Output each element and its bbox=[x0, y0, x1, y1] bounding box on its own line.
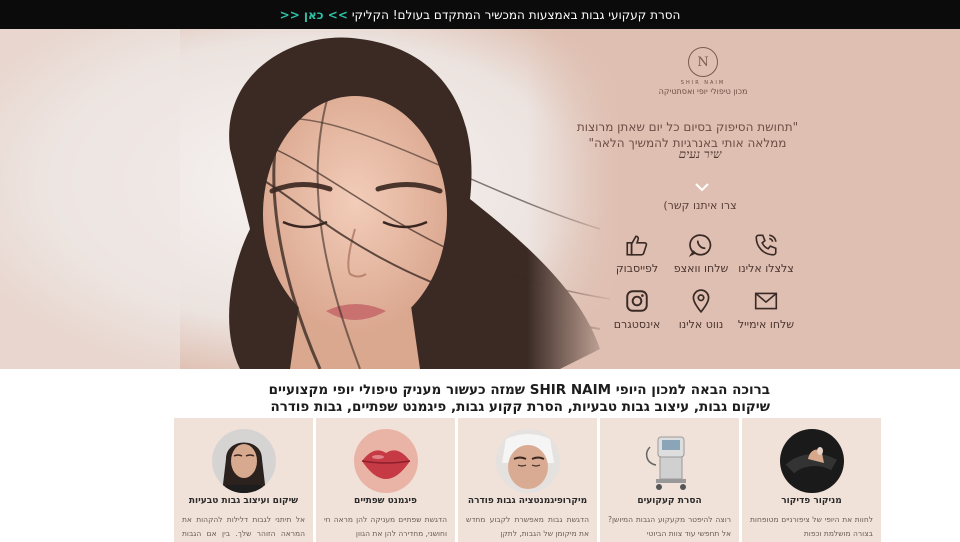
service-card-lip-pigment[interactable]: פיגמנט שפתיים הדגשת שפתיים מעניקה להן מר… bbox=[316, 418, 455, 542]
email-icon bbox=[754, 292, 778, 310]
instagram-icon bbox=[626, 290, 648, 312]
hero-woman-photo bbox=[0, 29, 620, 369]
facebook-like-icon bbox=[626, 235, 648, 256]
phone-icon bbox=[755, 234, 777, 256]
service-title: מיקרופיגמנטציה גבות פודרה bbox=[467, 496, 588, 506]
chevron-down-icon[interactable] bbox=[694, 179, 710, 195]
announcement-text: הסרת קעקועי גבות באמצעות המכשיר המתקדם ב… bbox=[351, 7, 681, 22]
location-pin-icon bbox=[692, 289, 710, 314]
lip-pigment-photo bbox=[354, 429, 418, 493]
logo-name: SHIR NAIM bbox=[680, 80, 726, 86]
service-card-tattoo-removal[interactable]: הסרת קעקועים רוצה להיפטר מקעקוע הגבות המ… bbox=[600, 418, 739, 542]
headline-line-2: שיקום גבות, עיצוב גבות טבעיות, הסרת קקוע… bbox=[270, 399, 770, 415]
quote-line-1: "תחושת הסיפוק בסיום כל יום שאתן מרוצות bbox=[576, 120, 799, 134]
welcome-headline: ברוכה הבאה למכון היופי SHIR NAIM שמזה כע… bbox=[240, 382, 770, 416]
brand-logo[interactable]: N SHIR NAIM מכון טיפולי יופי ואסתטיקה bbox=[648, 47, 758, 96]
logo-monogram-icon: N bbox=[688, 47, 718, 77]
service-text: לחוות את היופי של ציפורניים מטופחות בצור… bbox=[750, 515, 873, 538]
service-text: אל תיתני לגבות דלילות להקהות את המראה הז… bbox=[182, 515, 305, 538]
service-text: הדגשת שפתיים מעניקה להן מראה חי וחושני, … bbox=[324, 515, 447, 538]
service-title: מניקור פדיקור bbox=[781, 496, 842, 506]
service-text: הדגשת גבות מאפשרת לקבוע מחדש את מיקומן ש… bbox=[466, 515, 589, 538]
service-card-brow-restoration[interactable]: שיקום ועיצוב גבות טבעיות אל תיתני לגבות … bbox=[174, 418, 313, 542]
contact-title: צרו איתנו קשר) bbox=[663, 199, 737, 212]
instagram-label: אינסטגרם bbox=[613, 318, 661, 331]
powder-brows-photo bbox=[496, 429, 560, 493]
whatsapp-icon bbox=[688, 234, 712, 257]
brow-restoration-photo bbox=[212, 429, 276, 493]
service-title: הסרת קעקועים bbox=[637, 496, 702, 506]
laser-machine-photo bbox=[638, 429, 702, 493]
instagram-button[interactable]: אינסטגרם bbox=[597, 288, 677, 331]
services-row: שיקום ועיצוב גבות טבעיות אל תיתני לגבות … bbox=[174, 418, 882, 542]
service-title: פיגמנט שפתיים bbox=[354, 496, 417, 506]
facebook-button[interactable]: לפייסבוק bbox=[597, 232, 677, 275]
logo-subtitle: מכון טיפולי יופי ואסתטיקה bbox=[658, 87, 748, 96]
headline-line-1: ברוכה הבאה למכון היופי SHIR NAIM שמזה כע… bbox=[268, 382, 770, 398]
facebook-label: לפייסבוק bbox=[615, 262, 659, 275]
service-card-powder-brows[interactable]: מיקרופיגמנטציה גבות פודרה הדגשת גבות מאפ… bbox=[458, 418, 597, 542]
service-card-manicure-pedicure[interactable]: מניקור פדיקור לחוות את היופי של ציפורניי… bbox=[742, 418, 881, 542]
announcement-link[interactable]: >> כאן << bbox=[280, 8, 348, 22]
manicure-photo bbox=[780, 429, 844, 493]
service-title: שיקום ועיצוב גבות טבעיות bbox=[188, 496, 299, 506]
signature: שיר נעים bbox=[678, 147, 722, 161]
service-text: רוצה להיפטר מקעקוע הגבות המיושן? אל תחפש… bbox=[608, 515, 731, 538]
announcement-bar[interactable]: הסרת קעקועי גבות באמצעות המכשיר המתקדם ב… bbox=[0, 0, 960, 29]
hero-section: N SHIR NAIM מכון טיפולי יופי ואסתטיקה "ת… bbox=[0, 29, 960, 369]
